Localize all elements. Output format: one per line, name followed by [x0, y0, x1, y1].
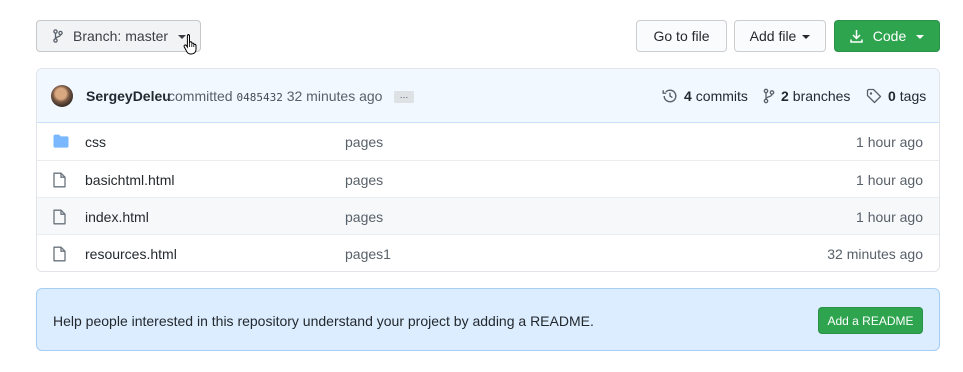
commit-author-link[interactable]: SergeyDeleu: [86, 88, 171, 104]
history-icon: [662, 88, 678, 104]
commit-message-link[interactable]: pages1: [345, 246, 391, 262]
branch-prefix: Branch:: [73, 28, 122, 44]
file-icon: [53, 246, 66, 265]
file-name-link[interactable]: basichtml.html: [85, 172, 174, 188]
commit-age: 1 hour ago: [856, 209, 923, 225]
file-icon: [53, 172, 66, 191]
file-row: index.html pages 1 hour ago: [37, 197, 939, 234]
file-icon: [53, 209, 66, 228]
file-row: resources.html pages1 32 minutes ago: [37, 234, 939, 271]
branch-select-button[interactable]: Branch: master: [36, 20, 201, 52]
caret-down-icon: [802, 34, 811, 39]
commit-message-link[interactable]: pages: [345, 134, 383, 150]
code-button[interactable]: Code: [834, 20, 940, 52]
hand-pointer-cursor: [183, 33, 199, 58]
download-icon: [850, 29, 863, 43]
commits-count: 4: [684, 88, 692, 104]
commit-action: committed: [168, 88, 233, 104]
commit-sha-link[interactable]: 0485432: [236, 91, 282, 104]
commit-age: 32 minutes ago: [827, 246, 923, 262]
git-branch-icon: [763, 88, 775, 104]
file-list-box: SergeyDeleu committed 0485432 32 minutes…: [36, 68, 940, 272]
go-to-file-label: Go to file: [653, 28, 710, 44]
file-name-link[interactable]: index.html: [85, 209, 149, 225]
commit-age: 1 hour ago: [856, 172, 923, 188]
commit-message-link[interactable]: pages: [345, 172, 383, 188]
branches-label: branches: [792, 88, 851, 104]
tag-icon: [866, 88, 882, 104]
commits-label: commits: [695, 88, 748, 104]
add-readme-button[interactable]: Add a README: [818, 307, 923, 334]
commit-message-link[interactable]: pages: [345, 209, 383, 225]
readme-prompt: Help people interested in this repositor…: [36, 288, 940, 351]
commit-summary: committed 0485432 32 minutes ago: [168, 88, 382, 104]
branch-name: master: [125, 28, 169, 44]
readme-prompt-text: Help people interested in this repositor…: [53, 313, 594, 329]
commit-age: 1 hour ago: [856, 134, 923, 150]
code-label: Code: [872, 28, 907, 44]
commit-expand-button[interactable]: …: [394, 91, 414, 103]
file-row: basichtml.html pages 1 hour ago: [37, 160, 939, 197]
file-row: css pages 1 hour ago: [37, 123, 939, 160]
add-file-label: Add file: [749, 28, 797, 44]
tags-link[interactable]: 0 tags: [866, 88, 926, 104]
branches-count: 2: [781, 88, 789, 104]
add-file-button[interactable]: Add file: [734, 20, 826, 52]
latest-commit-header: SergeyDeleu committed 0485432 32 minutes…: [37, 69, 939, 123]
commit-time: 32 minutes ago: [286, 88, 383, 104]
caret-down-icon: [916, 34, 925, 39]
avatar[interactable]: [51, 85, 73, 107]
git-branch-icon: [53, 29, 63, 43]
tags-count: 0: [888, 88, 896, 104]
go-to-file-button[interactable]: Go to file: [636, 20, 727, 52]
file-name-link[interactable]: resources.html: [85, 246, 177, 262]
commits-link[interactable]: 4 commits: [662, 88, 748, 104]
tags-label: tags: [899, 88, 927, 104]
branches-link[interactable]: 2 branches: [763, 88, 850, 104]
folder-icon: [53, 134, 69, 151]
file-name-link[interactable]: css: [85, 134, 106, 150]
